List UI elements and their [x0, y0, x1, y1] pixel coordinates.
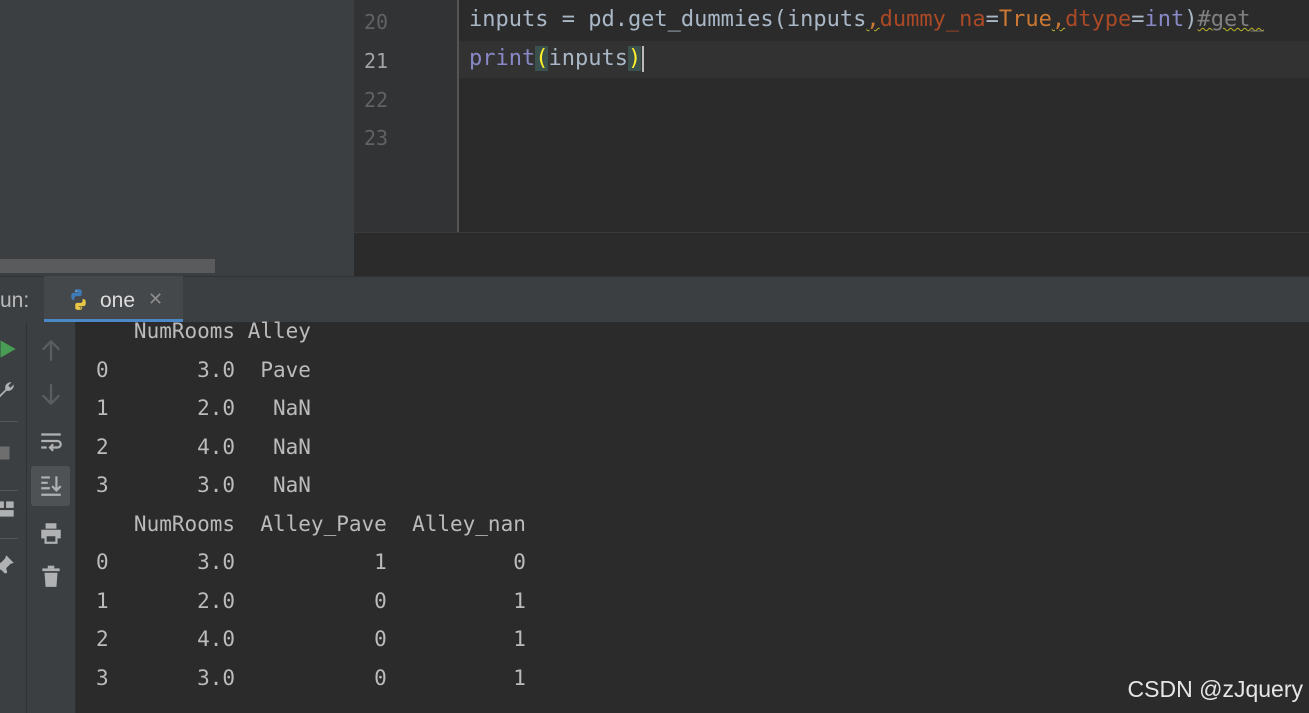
code-token: )	[1184, 7, 1198, 32]
code-editor[interactable]	[459, 0, 1309, 232]
project-panel	[0, 0, 354, 276]
python-icon	[71, 289, 86, 310]
console-line: 0 3.0 Pave	[96, 358, 311, 382]
project-scrollbar-thumb[interactable]	[0, 259, 215, 273]
code-token: dtype	[1065, 7, 1132, 32]
matched-paren: (	[535, 46, 549, 71]
tab-label: one	[100, 289, 136, 312]
toolbar-divider	[0, 538, 18, 539]
print-icon[interactable]	[38, 520, 64, 546]
console-line: NumRooms Alley	[96, 319, 311, 343]
close-icon[interactable]: ✕	[148, 289, 163, 310]
code-token: inputs = pd.get_dummies(inputs	[469, 7, 867, 32]
console-line: 3 3.0 NaN	[96, 473, 311, 497]
code-token: dummy_na	[879, 7, 986, 32]
wrench-icon[interactable]	[0, 378, 18, 404]
pin-icon[interactable]	[0, 552, 17, 578]
stop-icon[interactable]	[0, 440, 16, 466]
console-line: 1 2.0 0 1	[96, 589, 526, 613]
code-token: =	[985, 7, 999, 32]
code-line-21[interactable]: print(inputs)	[469, 46, 645, 72]
down-arrow-icon[interactable]	[38, 382, 64, 408]
console-line: NumRooms Alley_Pave Alley_nan	[96, 512, 526, 536]
scroll-to-end-icon[interactable]	[38, 472, 64, 498]
layout-icon[interactable]	[0, 496, 18, 522]
code-token: =	[1131, 7, 1145, 32]
code-token: ,	[866, 7, 880, 32]
toolbar-divider	[0, 490, 18, 491]
console-line: 1 2.0 NaN	[96, 396, 311, 420]
code-token: print	[469, 46, 536, 71]
code-line-20[interactable]: inputs = pd.get_dummies(inputs,dummy_na=…	[469, 7, 1264, 32]
trash-icon[interactable]	[38, 563, 64, 589]
code-token: ,	[1051, 7, 1066, 32]
console-line: 2 4.0 0 1	[96, 627, 526, 651]
watermark: CSDN @zJquery	[1127, 676, 1303, 702]
run-icon[interactable]	[0, 336, 20, 362]
editor-bottom-area	[354, 232, 1309, 276]
code-comment: #get_	[1197, 7, 1264, 32]
console-line: 2 4.0 NaN	[96, 435, 311, 459]
code-token: True	[998, 7, 1052, 32]
up-arrow-icon[interactable]	[38, 337, 64, 363]
code-token: int	[1144, 7, 1185, 32]
run-toolbar-secondary	[27, 322, 76, 713]
line-number: 22	[364, 88, 389, 112]
soft-wrap-icon[interactable]	[38, 428, 64, 454]
text-caret	[642, 46, 645, 72]
code-token: inputs	[548, 46, 628, 71]
editor-gutter	[354, 0, 458, 232]
line-number: 23	[364, 126, 389, 150]
run-window-label: un:	[0, 289, 30, 312]
line-number: 21	[364, 49, 389, 73]
console-line: 0 3.0 1 0	[96, 550, 526, 574]
matched-paren: )	[627, 46, 642, 71]
console-line: 3 3.0 0 1	[96, 666, 526, 690]
toolbar-divider	[0, 421, 18, 422]
line-number: 20	[364, 10, 389, 34]
run-window-header	[0, 276, 1309, 322]
